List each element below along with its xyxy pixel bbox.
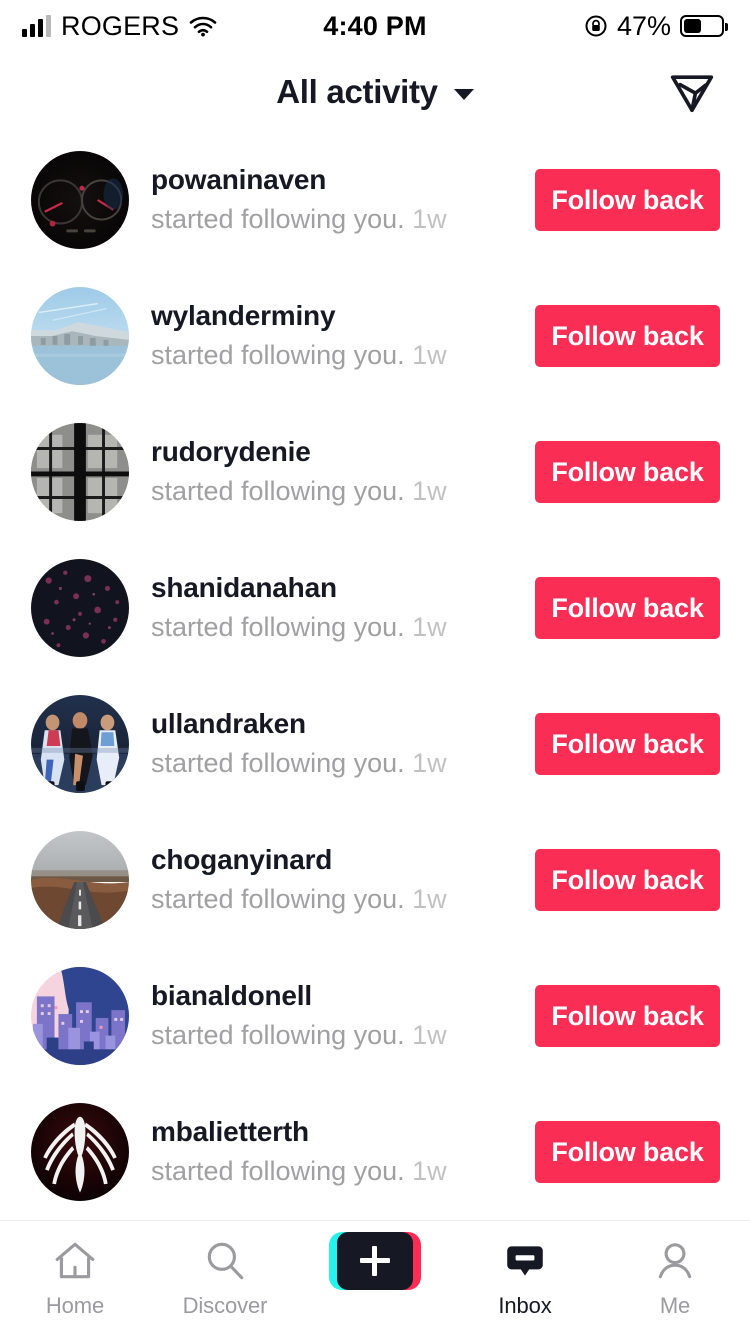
search-icon bbox=[202, 1235, 248, 1287]
home-icon bbox=[52, 1235, 98, 1287]
battery-icon bbox=[680, 15, 728, 37]
timestamp-label: 1w bbox=[412, 203, 447, 234]
notification-row[interactable]: shanidanahan started following you. 1w F… bbox=[0, 540, 750, 676]
battery-percent-label: 47% bbox=[616, 10, 671, 41]
notification-text: shanidanahan started following you. 1w bbox=[151, 571, 517, 645]
follow-back-button[interactable]: Follow back bbox=[535, 577, 720, 639]
notification-subtitle: started following you. 1w bbox=[151, 882, 517, 917]
tab-home-label: Home bbox=[45, 1293, 105, 1318]
avatar[interactable] bbox=[31, 831, 129, 929]
rotation-lock-icon bbox=[584, 14, 608, 38]
avatar[interactable] bbox=[31, 423, 129, 521]
notification-subtitle: started following you. 1w bbox=[151, 746, 517, 781]
follow-back-button[interactable]: Follow back bbox=[535, 985, 720, 1047]
timestamp-label: 1w bbox=[412, 611, 447, 642]
timestamp-label: 1w bbox=[412, 475, 447, 506]
tab-discover-label: Discover bbox=[182, 1293, 268, 1318]
notification-row[interactable]: bianaldonell started following you. 1w F… bbox=[0, 948, 750, 1084]
tab-discover[interactable]: Discover bbox=[150, 1235, 300, 1319]
tab-home[interactable]: Home bbox=[0, 1235, 150, 1319]
notification-subtitle: started following you. 1w bbox=[151, 474, 517, 509]
action-label: started following you. bbox=[151, 883, 405, 914]
notification-row[interactable]: wylanderminy started following you. 1w F… bbox=[0, 268, 750, 404]
notification-row[interactable]: rudorydenie started following you. 1w Fo… bbox=[0, 404, 750, 540]
follow-back-button[interactable]: Follow back bbox=[535, 849, 720, 911]
timestamp-label: 1w bbox=[412, 1155, 447, 1186]
timestamp-label: 1w bbox=[412, 1019, 447, 1050]
carrier-label: ROGERS bbox=[61, 10, 180, 41]
username-label[interactable]: bianaldonell bbox=[151, 979, 517, 1014]
bottom-tab-bar[interactable]: Home Discover Inbox Me bbox=[0, 1220, 750, 1334]
username-label[interactable]: mbalietterth bbox=[151, 1115, 517, 1150]
avatar[interactable] bbox=[31, 695, 129, 793]
action-label: started following you. bbox=[151, 1019, 405, 1050]
avatar[interactable] bbox=[31, 287, 129, 385]
inbox-icon bbox=[502, 1235, 548, 1287]
tab-inbox[interactable]: Inbox bbox=[450, 1235, 600, 1319]
person-icon bbox=[652, 1235, 698, 1287]
activity-filter-dropdown[interactable]: All activity bbox=[276, 73, 474, 111]
username-label[interactable]: rudorydenie bbox=[151, 435, 517, 470]
send-message-icon[interactable] bbox=[664, 64, 720, 120]
notification-subtitle: started following you. 1w bbox=[151, 1154, 517, 1189]
page-header: All activity bbox=[0, 52, 750, 132]
notification-row[interactable]: choganyinard started following you. 1w F… bbox=[0, 812, 750, 948]
tab-inbox-label: Inbox bbox=[498, 1293, 552, 1318]
notification-text: bianaldonell started following you. 1w bbox=[151, 979, 517, 1053]
username-label[interactable]: ullandraken bbox=[151, 707, 517, 742]
notification-text: ullandraken started following you. 1w bbox=[151, 707, 517, 781]
notification-text: mbalietterth started following you. 1w bbox=[151, 1115, 517, 1189]
avatar[interactable] bbox=[31, 151, 129, 249]
username-label[interactable]: powaninaven bbox=[151, 163, 517, 198]
tab-create[interactable] bbox=[300, 1232, 450, 1293]
page-title: All activity bbox=[276, 73, 438, 110]
action-label: started following you. bbox=[151, 611, 405, 642]
timestamp-label: 1w bbox=[412, 883, 447, 914]
action-label: started following you. bbox=[151, 339, 405, 370]
follow-back-button[interactable]: Follow back bbox=[535, 169, 720, 231]
action-label: started following you. bbox=[151, 747, 405, 778]
notification-text: powaninaven started following you. 1w bbox=[151, 163, 517, 237]
notification-text: choganyinard started following you. 1w bbox=[151, 843, 517, 917]
notification-text: wylanderminy started following you. 1w bbox=[151, 299, 517, 373]
tab-me-label: Me bbox=[659, 1293, 691, 1318]
action-label: started following you. bbox=[151, 475, 405, 506]
avatar[interactable] bbox=[31, 559, 129, 657]
action-label: started following you. bbox=[151, 203, 405, 234]
notification-row[interactable]: powaninaven started following you. 1w Fo… bbox=[0, 132, 750, 268]
follow-back-button[interactable]: Follow back bbox=[535, 713, 720, 775]
notification-text: rudorydenie started following you. 1w bbox=[151, 435, 517, 509]
chevron-down-icon bbox=[453, 88, 474, 100]
notification-row[interactable]: ullandraken started following you. 1w Fo… bbox=[0, 676, 750, 812]
notification-subtitle: started following you. 1w bbox=[151, 1018, 517, 1053]
action-label: started following you. bbox=[151, 1155, 405, 1186]
status-bar-right: 47% bbox=[584, 10, 728, 42]
follow-back-button[interactable]: Follow back bbox=[535, 441, 720, 503]
avatar[interactable] bbox=[31, 1103, 129, 1201]
notification-row[interactable]: mbalietterth started following you. 1w F… bbox=[0, 1084, 750, 1220]
username-label[interactable]: shanidanahan bbox=[151, 571, 517, 606]
follow-back-button[interactable]: Follow back bbox=[535, 305, 720, 367]
timestamp-label: 1w bbox=[412, 747, 447, 778]
notification-subtitle: started following you. 1w bbox=[151, 202, 517, 237]
timestamp-label: 1w bbox=[412, 339, 447, 370]
notification-subtitle: started following you. 1w bbox=[151, 610, 517, 645]
follow-back-button[interactable]: Follow back bbox=[535, 1121, 720, 1183]
avatar[interactable] bbox=[31, 967, 129, 1065]
username-label[interactable]: wylanderminy bbox=[151, 299, 517, 334]
create-plus-icon bbox=[329, 1232, 421, 1290]
notification-list[interactable]: powaninaven started following you. 1w Fo… bbox=[0, 132, 750, 1220]
notification-subtitle: started following you. 1w bbox=[151, 338, 517, 373]
signal-bars-icon bbox=[22, 15, 51, 37]
status-bar-left: ROGERS bbox=[22, 11, 217, 42]
username-label[interactable]: choganyinard bbox=[151, 843, 517, 878]
status-bar: ROGERS 4:40 PM 47% bbox=[0, 0, 750, 52]
tab-me[interactable]: Me bbox=[600, 1235, 750, 1319]
wifi-icon bbox=[189, 15, 217, 37]
